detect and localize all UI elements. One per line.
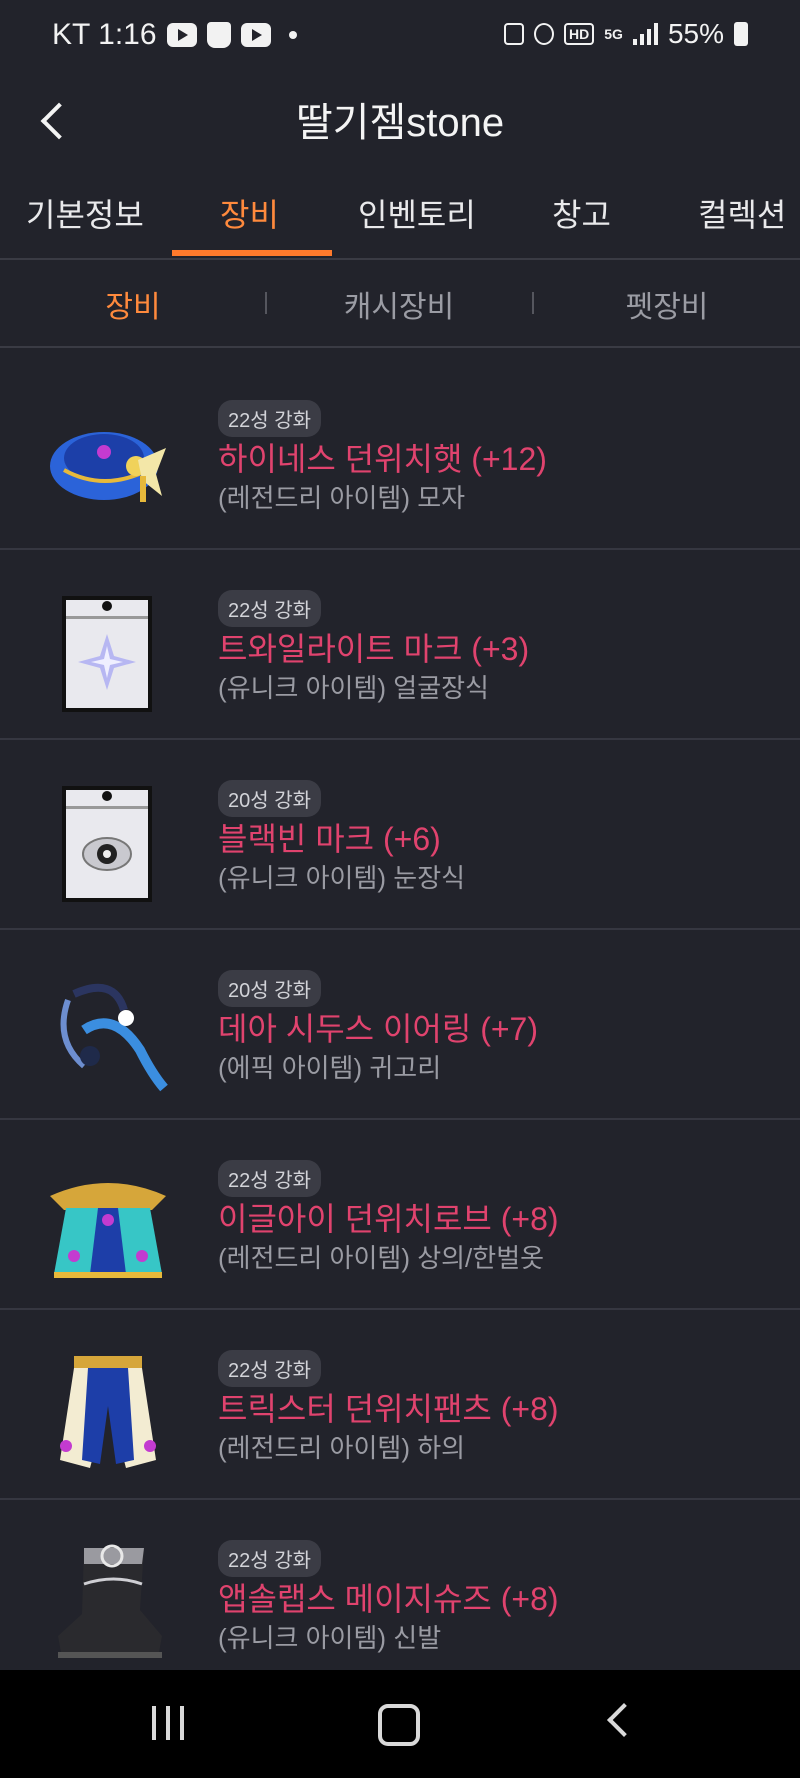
battery-percent: 55% xyxy=(667,18,724,49)
system-nav-bar xyxy=(0,1670,800,1778)
item-type: (유니크 아이템) 눈장식 xyxy=(218,863,466,893)
list-item[interactable]: 20성 강화 데아 시두스 이어링 (+7) (에픽 아이템) 귀고리 xyxy=(0,928,800,1120)
pants-icon xyxy=(44,1350,172,1478)
list-item[interactable]: 22성 강화 이글아이 던위치로브 (+8) (레전드리 아이템) 상의/한벌옷 xyxy=(0,1118,800,1310)
enhancement-badge: 22성 강화 xyxy=(218,1350,322,1387)
list-item[interactable]: 20성 강화 블랙빈 마크 (+6) (유니크 아이템) 눈장식 xyxy=(0,738,800,930)
youtube-icon xyxy=(166,23,197,47)
tab-storage[interactable]: 창고 xyxy=(552,190,611,236)
item-name: 하이네스 던위치햇 (+12) xyxy=(218,441,547,477)
item-name: 트와일라이트 마크 (+3) xyxy=(218,631,530,667)
carrier-time: KT 1:16 xyxy=(52,18,157,51)
item-name: 앱솔랩스 메이지슈즈 (+8) xyxy=(218,1581,559,1617)
hd-voice-icon: HD xyxy=(564,23,595,45)
subtab-pet-equipment[interactable]: 펫장비 xyxy=(534,282,800,326)
list-item[interactable]: 22성 강화 트와일라이트 마크 (+3) (유니크 아이템) 얼굴장식 xyxy=(0,548,800,740)
item-type: (레전드리 아이템) 모자 xyxy=(218,483,466,513)
item-type: (유니크 아이템) 신발 xyxy=(218,1623,442,1653)
item-name: 트릭스터 던위치팬츠 (+8) xyxy=(218,1391,559,1427)
list-item[interactable]: 22성 강화 앱솔랩스 메이지슈즈 (+8) (유니크 아이템) 신발 xyxy=(0,1498,800,1670)
face-accessory-icon xyxy=(44,590,172,718)
eye-accessory-icon xyxy=(44,780,172,908)
status-left: KT 1:16 xyxy=(52,18,297,52)
signal-icon xyxy=(632,23,658,45)
enhancement-badge: 22성 강화 xyxy=(218,590,322,627)
home-button[interactable] xyxy=(378,1704,420,1746)
list-item[interactable]: 22성 강화 트릭스터 던위치팬츠 (+8) (레전드리 아이템) 하의 xyxy=(0,1308,800,1500)
subtab-equipment[interactable]: 장비 xyxy=(0,282,266,326)
tab-equipment[interactable]: 장비 xyxy=(220,190,279,236)
tab-basic-info[interactable]: 기본정보 xyxy=(26,190,144,236)
recent-apps-button[interactable] xyxy=(152,1706,184,1740)
status-right: HD 5G 55% xyxy=(504,18,748,50)
system-back-button[interactable] xyxy=(607,1703,641,1737)
list-item[interactable]: 22성 강화 하이네스 던위치햇 (+12) (레전드리 아이템) 모자 xyxy=(0,358,800,550)
hat-icon xyxy=(44,400,172,528)
item-type: (레전드리 아이템) 상의/한벌옷 xyxy=(218,1243,545,1273)
enhancement-badge: 20성 강화 xyxy=(218,780,322,817)
tab-collection[interactable]: 컬렉션 xyxy=(698,190,786,236)
main-tabs: 기본정보 장비 인벤토리 창고 컬렉션 xyxy=(0,182,800,260)
item-name: 블랙빈 마크 (+6) xyxy=(218,821,441,857)
page-title: 딸기젬stone xyxy=(295,101,505,145)
enhancement-badge: 22성 강화 xyxy=(218,1160,322,1197)
item-type: (에픽 아이템) 귀고리 xyxy=(218,1053,442,1083)
robe-icon xyxy=(44,1160,172,1288)
app-header: 딸기젬stone xyxy=(0,72,800,182)
lock-icon xyxy=(504,23,525,45)
battery-icon xyxy=(734,22,748,46)
tab-inventory[interactable]: 인벤토리 xyxy=(358,190,476,236)
more-notifications-dot-icon xyxy=(288,31,297,39)
active-tab-indicator xyxy=(172,250,332,256)
shopping-bag-icon xyxy=(206,22,231,48)
enhancement-badge: 22성 강화 xyxy=(218,400,322,437)
earring-icon xyxy=(44,970,172,1098)
equipment-list: 22성 강화 하이네스 던위치햇 (+12) (레전드리 아이템) 모자 22성… xyxy=(0,358,800,1670)
item-name: 이글아이 던위치로브 (+8) xyxy=(218,1201,559,1237)
status-bar: KT 1:16 HD 5G 55% xyxy=(0,0,800,72)
item-name: 데아 시두스 이어링 (+7) xyxy=(218,1011,538,1047)
5g-icon: 5G xyxy=(604,26,623,42)
alarm-icon xyxy=(534,23,555,45)
sub-tabs: 장비 캐시장비 펫장비 xyxy=(0,258,800,348)
youtube-icon xyxy=(240,23,271,47)
shoes-icon xyxy=(44,1540,172,1668)
item-type: (유니크 아이템) 얼굴장식 xyxy=(218,673,489,703)
item-type: (레전드리 아이템) 하의 xyxy=(218,1433,466,1463)
enhancement-badge: 22성 강화 xyxy=(218,1540,322,1577)
enhancement-badge: 20성 강화 xyxy=(218,970,322,1007)
subtab-cash-equipment[interactable]: 캐시장비 xyxy=(266,282,532,326)
